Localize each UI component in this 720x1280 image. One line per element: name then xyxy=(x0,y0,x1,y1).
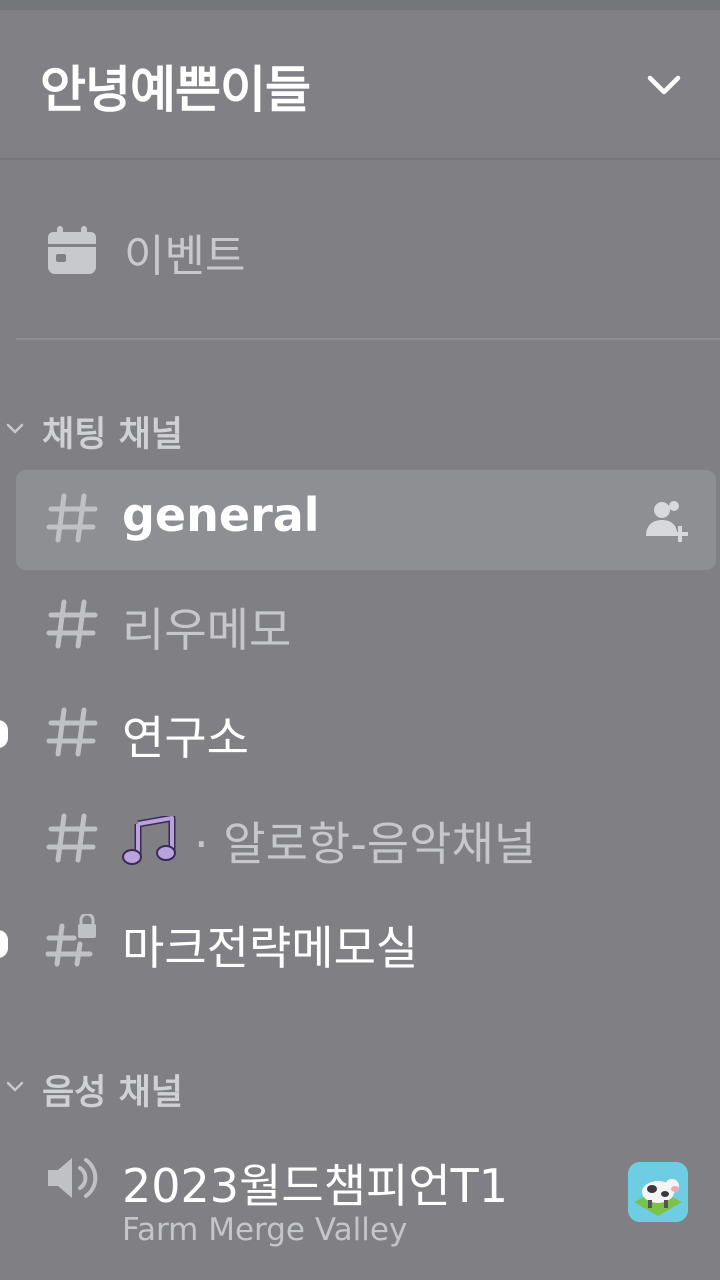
chevron-down-icon xyxy=(6,423,24,434)
musical-note-icon xyxy=(122,816,176,865)
category-voice-channels[interactable]: 음성 채널 xyxy=(0,1060,720,1113)
channel-name: general xyxy=(122,488,320,542)
channel-name: · 알로항-음악채널 xyxy=(194,817,537,871)
server-name: 안녕예쁜이들 xyxy=(40,61,311,119)
channel-name: 연구소 xyxy=(122,711,249,765)
channel-lab[interactable]: 연구소 xyxy=(0,684,716,784)
activity-name: Farm Merge Valley xyxy=(122,1212,408,1248)
category-text-channels[interactable]: 채팅 채널 xyxy=(0,402,720,455)
category-label: 음성 채널 xyxy=(42,1073,183,1113)
voice-channel-name: 2023월드챔피언T1 xyxy=(122,1159,509,1213)
add-member-icon[interactable] xyxy=(642,496,692,546)
events-button[interactable]: 이벤트 xyxy=(40,212,680,288)
server-header[interactable]: 안녕예쁜이들 xyxy=(0,10,720,160)
top-bar xyxy=(0,0,720,10)
channel-sidebar: 안녕예쁜이들 이벤트 채팅 채널 general 리우메모 연구소 · 알로항-… xyxy=(0,0,720,1280)
hash-icon xyxy=(46,707,98,757)
chevron-down-icon xyxy=(6,1081,24,1092)
unread-indicator xyxy=(0,930,8,958)
speaker-icon xyxy=(48,1158,98,1198)
channel-name: 리우메모 xyxy=(122,603,292,657)
calendar-icon xyxy=(48,226,96,274)
events-label: 이벤트 xyxy=(124,231,246,282)
hash-icon xyxy=(46,813,98,863)
hash-icon xyxy=(46,493,98,543)
chevron-down-icon[interactable] xyxy=(642,62,686,106)
hash-icon xyxy=(46,599,98,649)
locked-hash-icon xyxy=(45,914,96,967)
unread-indicator xyxy=(0,720,8,748)
divider xyxy=(16,338,720,340)
category-label: 채팅 채널 xyxy=(42,415,183,455)
activity-icon[interactable] xyxy=(628,1162,688,1222)
channel-mark-strategy[interactable]: 마크전략메모실 xyxy=(0,894,716,994)
channel-music[interactable]: · 알로항-음악채널 xyxy=(16,790,716,890)
channel-general[interactable]: general xyxy=(16,470,716,570)
channel-riumemo[interactable]: 리우메모 xyxy=(16,576,716,676)
voice-channel-t1[interactable]: 2023월드챔피언T1 Farm Merge Valley xyxy=(16,1130,716,1270)
channel-label-row: · 알로항-음악채널 xyxy=(122,808,536,874)
channel-name: 마크전략메모실 xyxy=(122,921,419,975)
